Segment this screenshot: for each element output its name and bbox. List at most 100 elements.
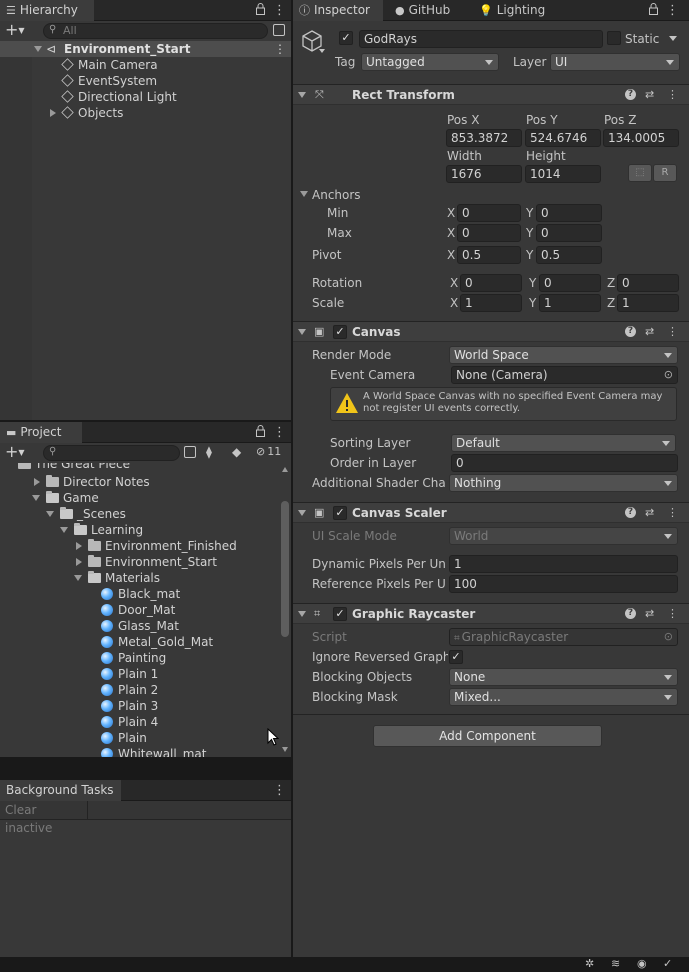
material-item[interactable]: Whitewall_mat	[101, 746, 206, 757]
project-search-input[interactable]: ⚲	[43, 445, 180, 461]
scale-x-field[interactable]: 1	[460, 294, 522, 312]
pivot-x-field[interactable]: 0.5	[457, 246, 521, 264]
reference-pixels-field[interactable]: 100	[449, 575, 678, 593]
component-fold-arrow[interactable]	[298, 329, 306, 335]
canvas-scaler-enabled-checkbox[interactable]: ✓	[333, 506, 347, 520]
collab-icon[interactable]: ◉	[637, 957, 647, 970]
material-item[interactable]: Metal_Gold_Mat	[101, 634, 213, 650]
anchor-max-x-field[interactable]: 0	[457, 224, 521, 242]
clear-inactive-button[interactable]: Clear inactive	[0, 801, 88, 835]
scene-search-icon[interactable]	[273, 24, 285, 36]
fold-arrow[interactable]	[32, 495, 40, 501]
tasks-menu-icon[interactable]: ⋮	[273, 780, 286, 801]
tree-item-learning[interactable]: Learning	[74, 522, 143, 538]
fold-arrow[interactable]	[34, 478, 40, 486]
anchor-max-y-field[interactable]: 0	[536, 224, 602, 242]
search-filter-icon[interactable]	[184, 446, 196, 458]
tab-hierarchy[interactable]: ☰ Hierarchy	[0, 0, 94, 21]
sorting-layer-dropdown[interactable]: Default	[451, 434, 676, 452]
tree-item-game[interactable]: Game	[46, 490, 99, 506]
component-menu-icon[interactable]: ⋮	[667, 88, 678, 101]
anchors-fold-arrow[interactable]	[300, 191, 308, 197]
material-item[interactable]: Door_Mat	[101, 602, 175, 618]
pivot-y-field[interactable]: 0.5	[536, 246, 602, 264]
canvas-enabled-checkbox[interactable]: ✓	[333, 325, 347, 339]
raw-edit-button[interactable]: R	[653, 164, 677, 182]
rotation-z-field[interactable]: 0	[617, 274, 679, 292]
active-checkbox[interactable]: ✓	[339, 31, 353, 45]
tab-background-tasks[interactable]: Background Tasks	[0, 780, 121, 801]
pos-y-field[interactable]: 524.6746	[525, 129, 601, 147]
event-camera-field[interactable]: None (Camera) ⊙	[451, 366, 678, 384]
add-component-button[interactable]: Add Component	[373, 725, 602, 747]
inspector-menu-icon[interactable]: ⋮	[666, 0, 679, 21]
help-icon[interactable]: ?	[625, 608, 636, 619]
layer-dropdown[interactable]: UI	[550, 53, 680, 71]
order-in-layer-field[interactable]: 0	[451, 454, 678, 472]
cache-server-icon[interactable]: ≋	[611, 957, 620, 970]
create-button[interactable]: +▼	[5, 21, 33, 41]
static-dropdown-arrow[interactable]	[669, 36, 677, 41]
hierarchy-item-directional-light[interactable]: Directional Light	[61, 89, 177, 105]
material-item[interactable]: Painting	[101, 650, 166, 666]
scale-y-field[interactable]: 1	[539, 294, 601, 312]
filter-by-type-icon[interactable]: ⧫	[206, 445, 212, 459]
presets-icon[interactable]: ⇄	[645, 88, 654, 101]
hierarchy-item-eventsystem[interactable]: EventSystem	[61, 73, 157, 89]
tree-item-materials[interactable]: Materials	[88, 570, 160, 586]
objects-fold-arrow[interactable]	[50, 109, 56, 117]
pos-z-field[interactable]: 134.0005	[603, 129, 679, 147]
ignore-reversed-checkbox[interactable]: ✓	[449, 650, 463, 664]
tree-item-env-finished[interactable]: Environment_Finished	[88, 538, 237, 554]
static-checkbox[interactable]	[607, 31, 621, 45]
project-scrollbar[interactable]	[280, 463, 291, 757]
scroll-down-arrow[interactable]	[282, 747, 288, 752]
tree-item-great-piece[interactable]: The Great Piece	[18, 463, 130, 472]
rotation-y-field[interactable]: 0	[539, 274, 601, 292]
fold-arrow[interactable]	[60, 527, 68, 533]
tab-project[interactable]: ▬ Project	[0, 422, 82, 443]
blocking-objects-dropdown[interactable]: None	[449, 668, 678, 686]
help-icon[interactable]: ?	[625, 507, 636, 518]
object-name-field[interactable]: GodRays	[359, 30, 603, 48]
tree-item-director-notes[interactable]: Director Notes	[46, 474, 150, 490]
scene-fold-arrow[interactable]	[34, 46, 42, 52]
render-mode-dropdown[interactable]: World Space	[449, 346, 678, 364]
lock-icon[interactable]	[649, 3, 658, 15]
scroll-up-arrow[interactable]	[282, 467, 288, 472]
tab-lighting[interactable]: 💡 Lighting	[473, 0, 551, 21]
tab-github[interactable]: ● GitHub	[389, 0, 456, 21]
presets-icon[interactable]: ⇄	[645, 506, 654, 519]
help-icon[interactable]: ?	[625, 89, 636, 100]
lock-icon[interactable]	[256, 3, 265, 15]
component-menu-icon[interactable]: ⋮	[667, 325, 678, 338]
width-field[interactable]: 1676	[446, 165, 522, 183]
height-field[interactable]: 1014	[525, 165, 601, 183]
material-item[interactable]: Plain 4	[101, 714, 158, 730]
help-icon[interactable]: ?	[625, 326, 636, 337]
blueprint-mode-button[interactable]: ⬚	[628, 164, 652, 182]
presets-icon[interactable]: ⇄	[645, 325, 654, 338]
component-fold-arrow[interactable]	[298, 611, 306, 617]
material-item[interactable]: Plain 2	[101, 682, 158, 698]
shader-channels-dropdown[interactable]: Nothing	[449, 474, 678, 492]
material-item[interactable]: Plain 1	[101, 666, 158, 682]
material-item[interactable]: Plain 3	[101, 698, 158, 714]
hierarchy-menu-icon[interactable]: ⋮	[273, 0, 286, 21]
debug-icon[interactable]: ✲	[585, 957, 594, 970]
canvas-header[interactable]: ▣ ✓ Canvas ? ⇄ ⋮	[293, 321, 689, 342]
fold-arrow[interactable]	[76, 542, 82, 550]
rect-transform-header[interactable]: ⤧ Rect Transform ? ⇄ ⋮	[293, 84, 689, 105]
component-fold-arrow[interactable]	[298, 92, 306, 98]
fold-arrow[interactable]	[76, 558, 82, 566]
filter-by-label-icon[interactable]: ◆	[232, 445, 241, 459]
project-create-button[interactable]: +▼	[5, 443, 33, 463]
fold-arrow[interactable]	[46, 511, 54, 517]
scene-menu-icon[interactable]: ⋮	[274, 41, 286, 57]
tab-inspector[interactable]: ⓘ Inspector	[293, 0, 383, 21]
tree-item-scenes[interactable]: _Scenes	[60, 506, 126, 522]
hierarchy-search-input[interactable]: ⚲ All	[43, 23, 268, 39]
scroll-thumb[interactable]	[281, 501, 289, 637]
dynamic-pixels-field[interactable]: 1	[449, 555, 678, 573]
anchor-min-y-field[interactable]: 0	[536, 204, 602, 222]
